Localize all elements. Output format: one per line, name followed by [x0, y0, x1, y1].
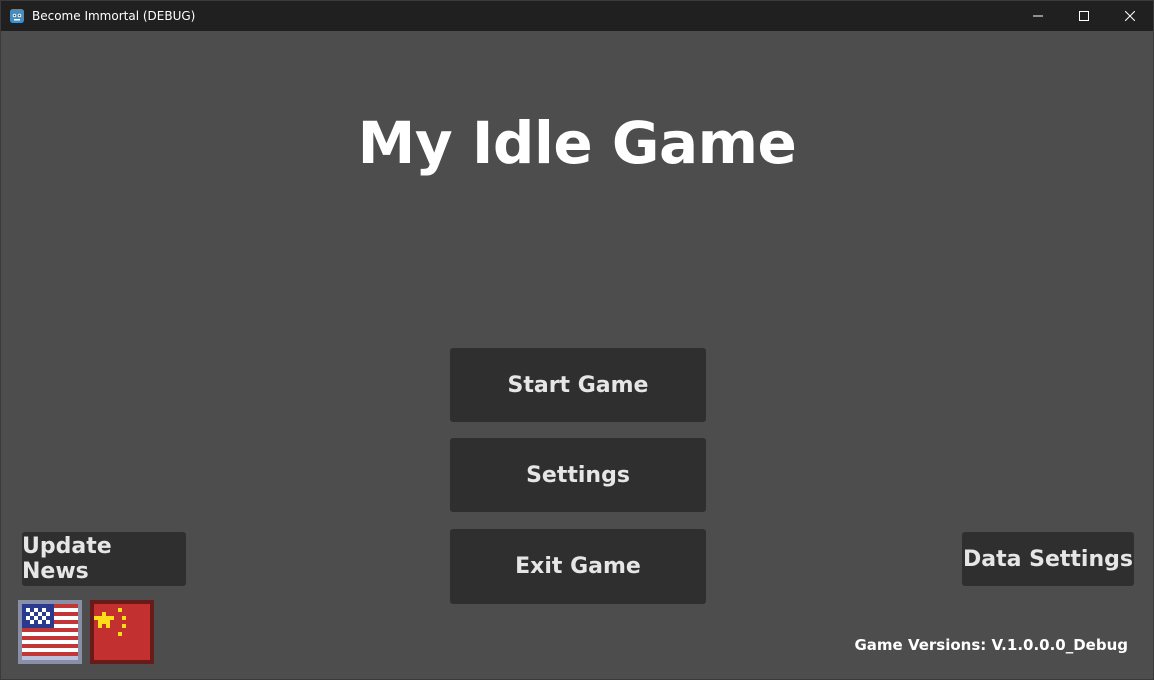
us-flag-icon[interactable]: [18, 600, 82, 664]
app-window: Become Immortal (DEBUG) My Idle Game Sta…: [0, 0, 1154, 680]
window-title: Become Immortal (DEBUG): [32, 9, 196, 23]
title-bar[interactable]: Become Immortal (DEBUG): [1, 1, 1153, 31]
data-settings-button[interactable]: Data Settings: [962, 532, 1134, 586]
godot-app-icon: [10, 9, 24, 23]
minimize-button[interactable]: [1015, 1, 1061, 31]
exit-game-button[interactable]: Exit Game: [450, 529, 706, 604]
maximize-icon: [1079, 11, 1089, 21]
game-title: My Idle Game: [357, 109, 797, 177]
start-game-button[interactable]: Start Game: [450, 348, 706, 422]
update-news-button[interactable]: Update News: [22, 532, 186, 586]
game-version-label: Game Versions: V.1.0.0.0_Debug: [854, 636, 1128, 654]
china-flag-icon[interactable]: [90, 600, 154, 664]
close-icon: [1125, 11, 1135, 21]
minimize-icon: [1033, 11, 1043, 21]
settings-button[interactable]: Settings: [450, 438, 706, 512]
maximize-button[interactable]: [1061, 1, 1107, 31]
close-button[interactable]: [1107, 1, 1153, 31]
